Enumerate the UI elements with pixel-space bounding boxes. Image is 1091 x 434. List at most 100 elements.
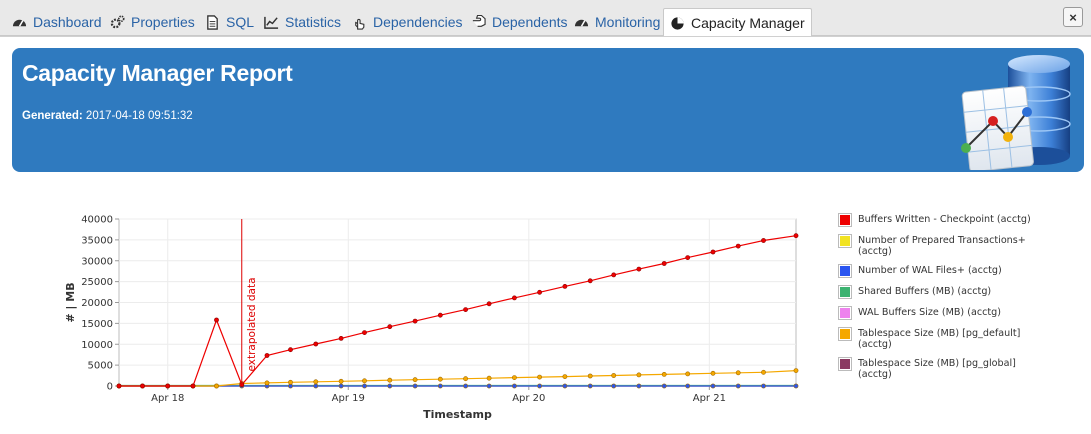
data-point	[412, 377, 418, 383]
data-point	[735, 243, 741, 249]
tab-capacity-manager[interactable]: Capacity Manager	[663, 8, 812, 37]
x-tick-label: Apr 20	[512, 393, 545, 404]
close-icon: ×	[1069, 9, 1077, 25]
data-point	[562, 383, 568, 389]
data-point	[412, 383, 418, 389]
tab-monitoring[interactable]: Monitoring	[568, 8, 666, 36]
data-point	[338, 378, 344, 384]
data-point	[587, 383, 593, 389]
data-point	[116, 383, 122, 389]
legend-swatch	[838, 306, 852, 320]
sql-document-icon	[205, 14, 220, 30]
data-point	[437, 383, 443, 389]
tab-dependencies[interactable]: Dependencies	[346, 8, 469, 36]
tab-dashboard[interactable]: Dashboard	[6, 8, 108, 36]
data-point	[793, 383, 799, 389]
data-point	[463, 376, 468, 382]
extrapolation-label: extrapolated data	[246, 277, 258, 371]
data-point	[710, 383, 716, 389]
y-axis-title: # | MB	[64, 282, 77, 322]
legend-item: Tablespace Size (MB) [pg_global] (acctg)	[838, 357, 1048, 380]
legend-item: Number of Prepared Transactions+ (acctg)	[838, 234, 1048, 257]
data-point	[636, 383, 642, 389]
tab-label: Dependents	[492, 14, 568, 30]
x-tick-label: Apr 18	[151, 393, 184, 404]
capacity-pie-chart-icon	[670, 16, 685, 31]
monitoring-dashboard-icon	[574, 15, 589, 30]
legend-swatch	[838, 234, 852, 248]
dependencies-hand-icon	[352, 15, 367, 30]
legend-label: WAL Buffers Size (MB) (acctg)	[858, 307, 1001, 318]
report-generated: Generated: 2017-04-18 09:51:32	[22, 110, 193, 122]
data-point	[486, 375, 492, 381]
data-point	[288, 347, 293, 353]
y-tick-label: 20000	[81, 298, 113, 309]
tab-sql[interactable]: SQL	[199, 8, 260, 36]
data-point	[486, 301, 492, 307]
data-point	[140, 383, 145, 389]
legend-label: Buffers Written - Checkpoint (acctg)	[858, 214, 1031, 225]
data-point	[362, 378, 367, 384]
chart-legend: Buffers Written - Checkpoint (acctg) Numb…	[838, 213, 1048, 387]
data-point	[165, 383, 171, 389]
legend-item: Shared Buffers (MB) (acctg)	[838, 285, 1048, 299]
data-point	[463, 383, 468, 389]
close-panel-button[interactable]: ×	[1063, 7, 1083, 27]
legend-label: Tablespace Size (MB) [pg_default] (acctg…	[858, 328, 1021, 350]
tab-label: Statistics	[285, 14, 342, 30]
legend-label: Number of Prepared Transactions+ (acctg)	[858, 235, 1026, 257]
tab-dependents[interactable]: Dependents	[465, 8, 574, 36]
database-chart-logo-icon	[961, 55, 1071, 170]
data-point	[761, 238, 766, 243]
y-tick-label: 10000	[81, 340, 113, 351]
data-point	[685, 255, 691, 260]
data-point	[313, 383, 319, 389]
y-tick-label: 15000	[81, 319, 113, 330]
data-point	[685, 383, 691, 389]
data-point	[313, 379, 319, 385]
data-point	[735, 383, 741, 389]
data-point	[338, 383, 344, 389]
data-point	[362, 383, 367, 389]
legend-swatch	[838, 213, 852, 227]
legend-swatch	[838, 264, 852, 278]
data-point	[412, 318, 418, 324]
tab-properties[interactable]: Properties	[104, 8, 201, 36]
data-point	[710, 370, 716, 376]
data-point	[190, 383, 196, 389]
statistics-line-chart-icon	[264, 15, 279, 30]
data-point	[636, 266, 642, 272]
data-point	[512, 383, 517, 389]
tab-label: Capacity Manager	[691, 15, 805, 31]
legend-item: Number of WAL Files+ (acctg)	[838, 264, 1048, 278]
generated-value: 2017-04-18 09:51:32	[85, 110, 193, 122]
legend-item: Buffers Written - Checkpoint (acctg)	[838, 213, 1048, 227]
legend-swatch	[838, 327, 852, 341]
y-tick-label: 30000	[81, 256, 113, 267]
data-point	[636, 372, 642, 378]
capacity-line-chart: 0 5000 10000 15000 20000 25000 30000 35000 40000…	[64, 215, 799, 421]
data-point	[512, 295, 517, 301]
tab-statistics[interactable]: Statistics	[258, 8, 347, 36]
tab-bar: × Dashboard Properties SQL Statistics Depend…	[0, 0, 1091, 37]
tab-label: Dependencies	[373, 14, 463, 30]
x-tick-label: Apr 19	[332, 393, 365, 404]
data-point	[463, 307, 468, 312]
data-point	[793, 368, 799, 373]
legend-swatch	[838, 285, 852, 299]
data-point	[362, 330, 367, 335]
y-tick-label: 0	[107, 382, 113, 393]
data-point	[437, 312, 443, 318]
data-point	[685, 371, 691, 377]
data-point	[661, 371, 667, 377]
data-point	[338, 335, 344, 341]
data-point	[264, 353, 270, 358]
legend-item: Tablespace Size (MB) [pg_default] (acctg…	[838, 327, 1048, 350]
data-point	[214, 317, 219, 323]
data-point	[793, 233, 799, 239]
data-point	[387, 324, 393, 330]
data-point	[761, 383, 766, 389]
data-point	[486, 383, 492, 389]
tab-label: SQL	[226, 14, 255, 30]
y-tick-label: 35000	[81, 235, 113, 246]
